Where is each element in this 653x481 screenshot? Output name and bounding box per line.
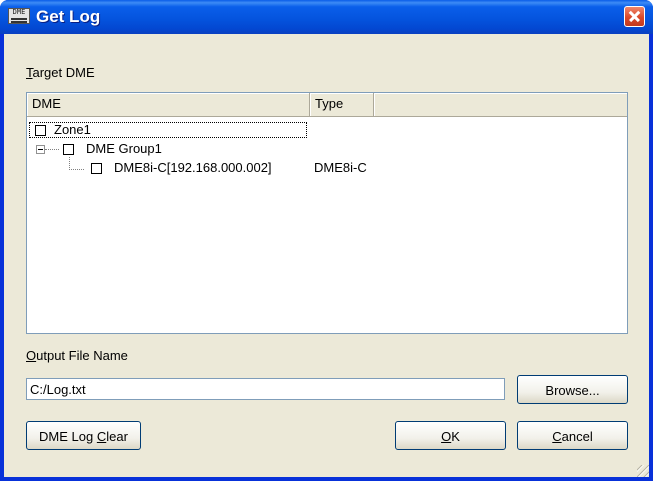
close-icon[interactable] (624, 6, 645, 27)
tree-row-dme8i-c[interactable]: DME8i-C[192.168.000.002] DME8i-C (27, 159, 627, 177)
app-icon-bar (11, 21, 27, 23)
dme-log-clear-button[interactable]: DME Log Clear (26, 421, 141, 450)
tree-row-dme-group1[interactable]: DME Group1 (27, 140, 627, 158)
app-icon-bar (11, 18, 27, 20)
column-header-type[interactable]: Type (310, 93, 374, 117)
checkbox[interactable] (63, 144, 74, 155)
ok-accel: O (441, 429, 452, 444)
tree-row-label: Zone1 (54, 122, 91, 137)
target-dme-label-rest: arget DME (32, 65, 95, 80)
resize-grip-icon[interactable] (637, 465, 649, 477)
tree-row-zone1[interactable]: Zone1 (27, 121, 627, 139)
dme-log-clear-label-post: lear (106, 429, 128, 444)
dme-log-clear-label-pre: DME Log (39, 429, 97, 444)
tree-row-label: DME8i-C[192.168.000.002] (114, 160, 272, 175)
ok-button[interactable]: OK (395, 421, 506, 450)
checkbox[interactable] (35, 125, 46, 136)
checkbox[interactable] (91, 163, 102, 174)
column-header-empty (374, 93, 627, 117)
tree-row-type: DME8i-C (314, 160, 367, 175)
output-file-name-input[interactable] (26, 378, 505, 400)
output-file-name-label: Output File Name (26, 348, 128, 363)
output-accel: O (26, 348, 37, 363)
cancel-accel: C (552, 429, 562, 444)
cancel-label-rest: ancel (561, 429, 593, 444)
title-bar[interactable]: DME Get Log (0, 0, 653, 34)
dme-app-icon: DME (8, 8, 30, 24)
dme-tree-list[interactable]: DME Type Zone1 DME Group1 DME8i-C[192.16… (26, 92, 628, 334)
tree-row-label: DME Group1 (86, 141, 162, 156)
output-label-rest: utput File Name (36, 348, 128, 363)
list-header: DME Type (27, 93, 627, 117)
dme-log-clear-accel: C (96, 429, 107, 444)
target-dme-label: Target DME (26, 65, 95, 80)
browse-button[interactable]: Browse... (517, 375, 628, 404)
cancel-button[interactable]: Cancel (517, 421, 628, 450)
ok-label-rest: K (451, 429, 460, 444)
column-header-dme[interactable]: DME (27, 93, 310, 117)
app-icon-text: DME (12, 8, 26, 16)
window-title: Get Log (36, 7, 101, 26)
